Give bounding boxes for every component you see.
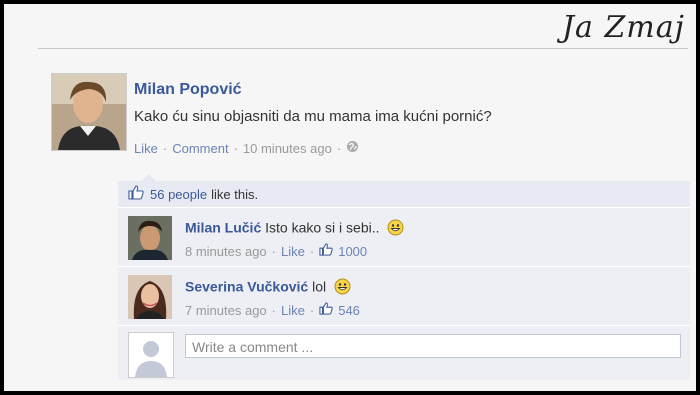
comment-timestamp[interactable]: 7 minutes ago	[185, 303, 267, 318]
separator-dot: ·	[309, 243, 315, 259]
comment-like-link[interactable]: Like	[281, 303, 305, 318]
likes-summary: 56 people like this.	[118, 181, 690, 208]
comment-author-name[interactable]: Severina Vučković	[185, 279, 308, 295]
default-user-avatar	[128, 332, 174, 378]
likes-count-link[interactable]: 56 people	[150, 187, 207, 202]
separator-dot: ·	[309, 302, 315, 318]
separator-dot: ·	[271, 243, 277, 259]
commenter-avatar[interactable]	[128, 216, 172, 260]
post-comment-link[interactable]: Comment	[172, 141, 228, 156]
write-comment-input[interactable]: Write a comment ...	[185, 334, 681, 358]
thumbs-up-icon	[128, 185, 144, 203]
separator-dot: ·	[271, 302, 277, 318]
comment-like-link[interactable]: Like	[281, 244, 305, 259]
comments-panel: 56 people like this. Milan Lučić Isto ka…	[118, 174, 690, 380]
thumbs-up-icon	[319, 243, 333, 259]
comment-like-count[interactable]: 1000	[338, 244, 367, 259]
thumbs-up-icon	[319, 302, 333, 318]
likes-suffix: like this.	[211, 186, 259, 202]
comment-like-count[interactable]: 546	[338, 303, 360, 318]
write-comment-row: Write a comment ...	[118, 326, 690, 380]
separator-dot: ·	[233, 140, 238, 156]
commenter-avatar[interactable]	[128, 275, 172, 319]
globe-icon	[346, 140, 359, 156]
separator-dot: ·	[162, 140, 168, 156]
comment-meta: 8 minutes ago · Like · 1000	[185, 243, 367, 259]
panel-pointer	[142, 174, 156, 181]
post-message: Kako ću sinu objasniti da mu mama ima ku…	[134, 108, 492, 125]
smiley-emoticon-icon	[387, 219, 404, 239]
comment-author: Milan Lučić Isto kako si i sebi..	[185, 219, 404, 239]
comment-meta: 7 minutes ago · Like · 546	[185, 302, 360, 318]
signature-watermark: Ja Zmaj	[562, 10, 685, 45]
header-divider	[38, 48, 688, 49]
post-actions: Like · Comment · 10 minutes ago ·	[134, 140, 359, 156]
post-frame: Ja Zmaj Milan Popović Kako ću sinu objas…	[4, 4, 696, 391]
comment-text: Isto kako si i sebi..	[265, 219, 380, 236]
smiley-emoticon-icon	[334, 278, 351, 298]
comment-item: Milan Lučić Isto kako si i sebi.. 8 minu…	[118, 208, 690, 267]
post-author-name[interactable]: Milan Popović	[134, 81, 242, 99]
post-author-avatar[interactable]	[51, 73, 127, 151]
comment-author-name[interactable]: Milan Lučić	[185, 220, 261, 236]
comment-text: lol	[312, 278, 327, 295]
post-timestamp[interactable]: 10 minutes ago	[243, 141, 332, 156]
separator-dot: ·	[336, 140, 342, 156]
comment-item: Severina Vučković lol 7 minutes ago · Li…	[118, 267, 690, 326]
post-like-link[interactable]: Like	[134, 141, 158, 156]
comment-author: Severina Vučković lol	[185, 278, 351, 298]
comment-timestamp[interactable]: 8 minutes ago	[185, 244, 267, 259]
